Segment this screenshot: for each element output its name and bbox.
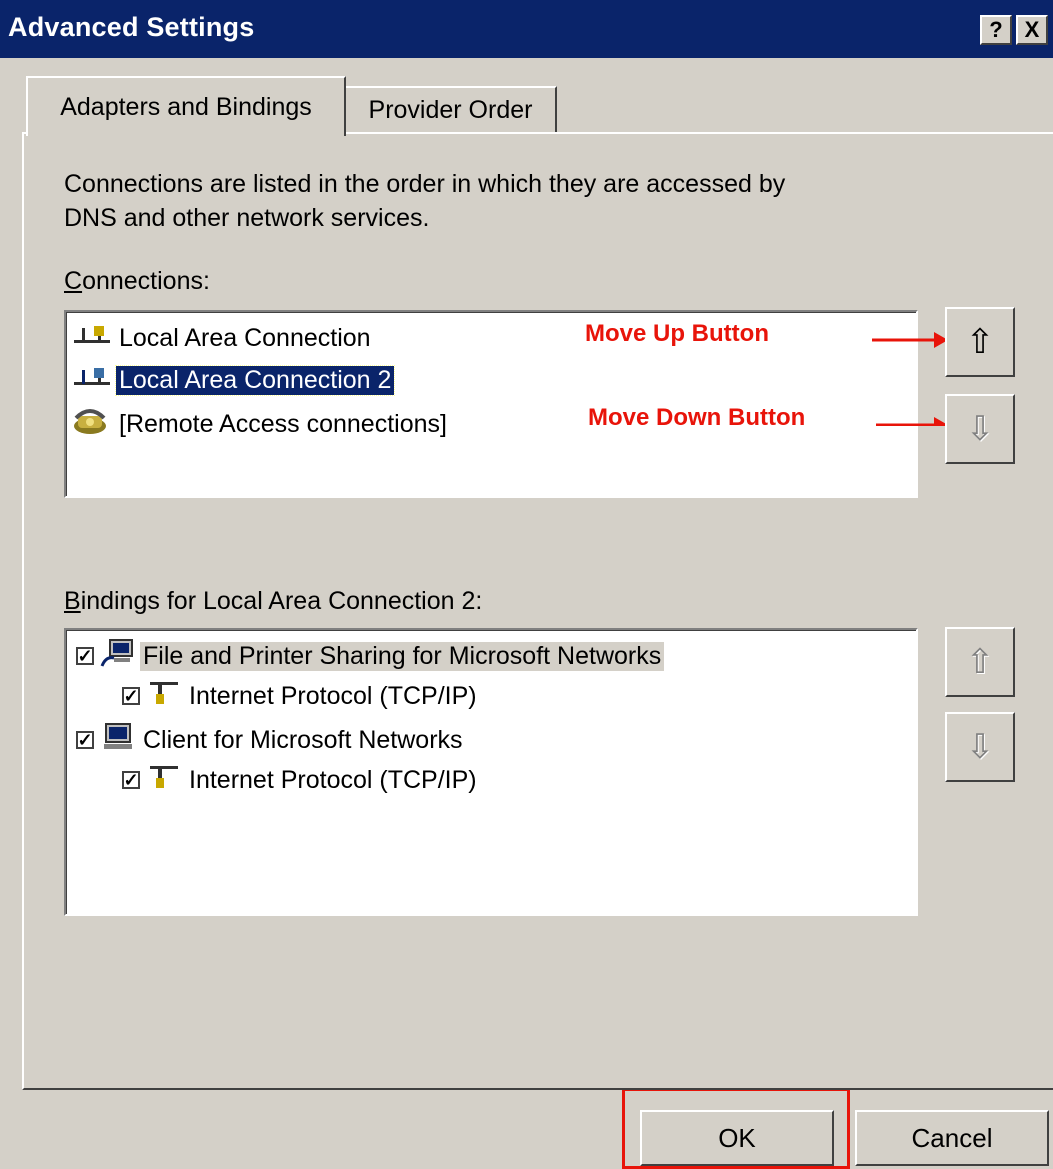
window-title: Advanced Settings (8, 12, 255, 42)
cancel-button[interactable]: Cancel (855, 1110, 1049, 1166)
tab-provider-order[interactable]: Provider Order (345, 86, 557, 132)
tab-panel (22, 132, 1053, 1090)
help-button[interactable]: ? (980, 15, 1012, 45)
tab-adapters-and-bindings[interactable]: Adapters and Bindings (26, 76, 346, 136)
ok-highlight-box (622, 1088, 850, 1169)
title-bar[interactable]: Advanced Settings ? X (0, 0, 1053, 58)
close-button[interactable]: X (1016, 15, 1048, 45)
